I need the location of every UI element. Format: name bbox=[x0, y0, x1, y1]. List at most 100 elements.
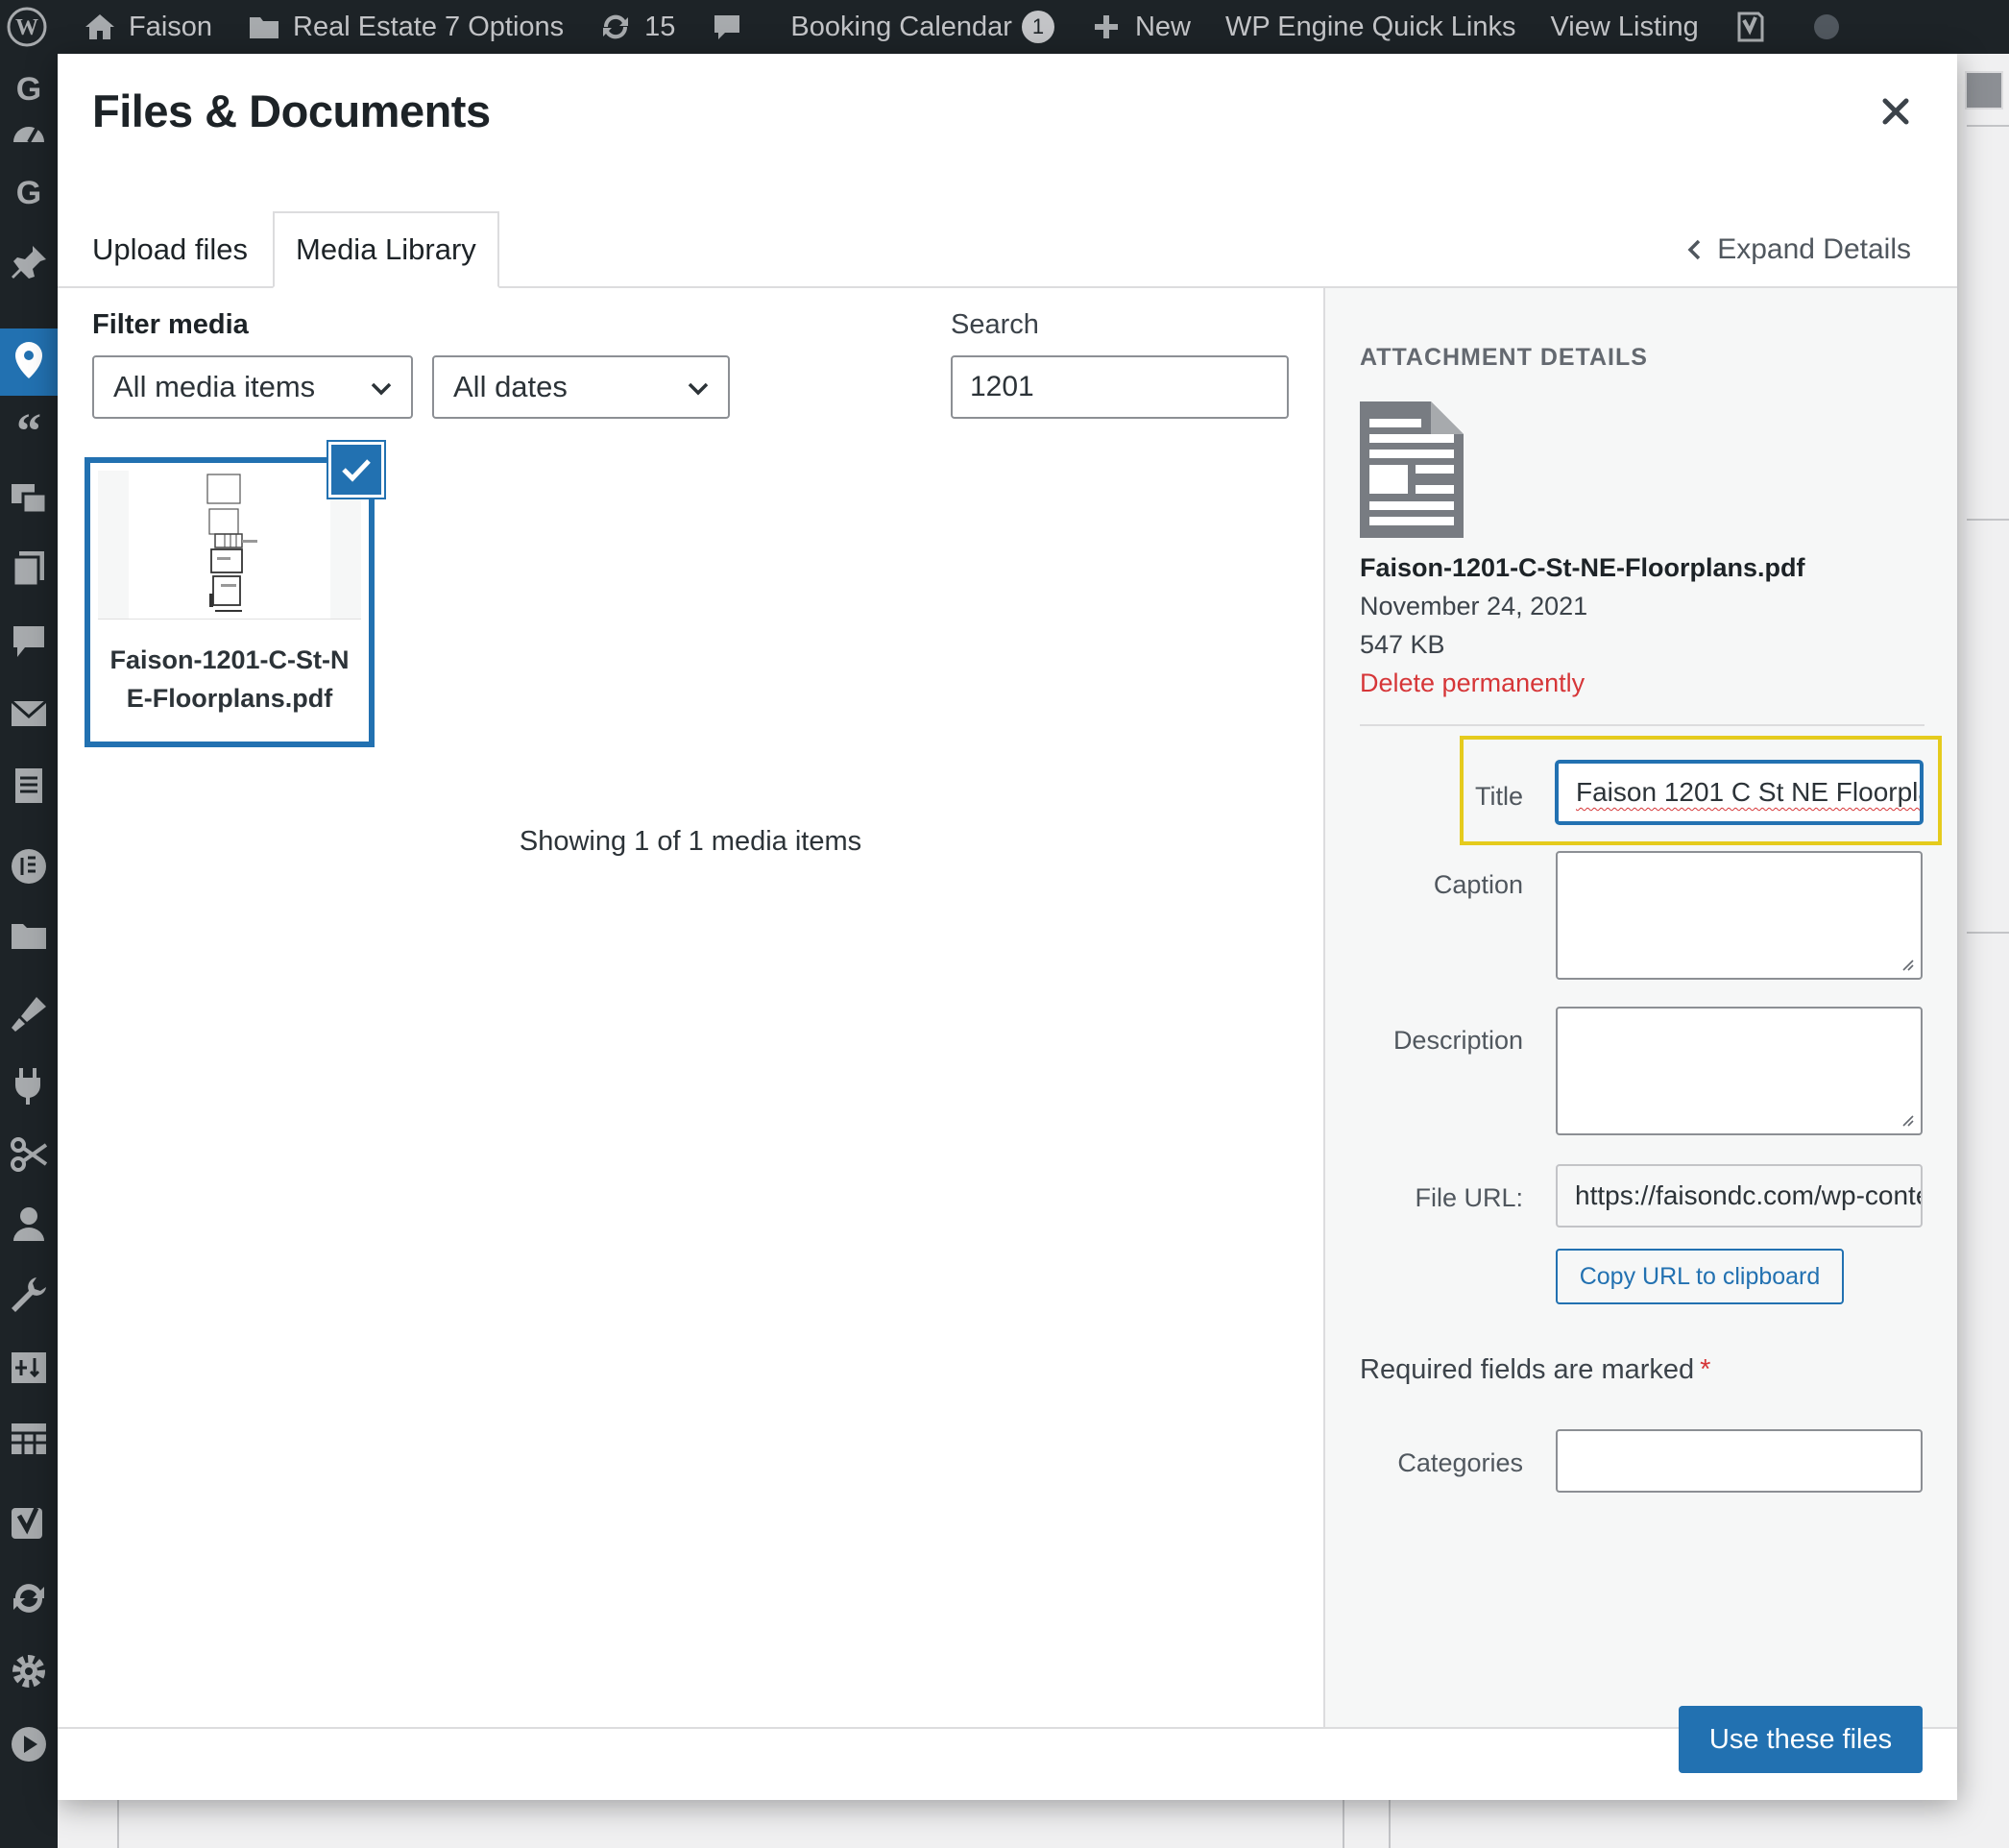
dashboard-icon[interactable] bbox=[8, 113, 50, 156]
svg-text:“: “ bbox=[16, 409, 41, 451]
testimonials-quote-icon[interactable]: “ bbox=[8, 409, 50, 451]
media-date-filter-value: All dates bbox=[453, 370, 568, 403]
real-estate-options-label: Real Estate 7 Options bbox=[293, 11, 565, 42]
tab-media-library[interactable]: Media Library bbox=[273, 211, 499, 288]
booking-calendar-badge: 1 bbox=[1021, 11, 1054, 43]
file-url-input[interactable]: https://faisondc.com/wp-content/uploads/… bbox=[1556, 1164, 1923, 1228]
description-label: Description bbox=[1392, 1026, 1523, 1055]
tools-scissors-icon[interactable] bbox=[8, 1133, 50, 1176]
comments-link[interactable] bbox=[692, 0, 773, 54]
expand-details-toggle[interactable]: Expand Details bbox=[1686, 211, 1911, 288]
location-pin-icon bbox=[15, 342, 42, 378]
posts-pin-icon[interactable] bbox=[8, 242, 50, 284]
floorplan-preview-icon bbox=[129, 471, 330, 619]
updates-link[interactable]: 15 bbox=[581, 0, 692, 54]
search-label: Search bbox=[951, 309, 1039, 340]
categories-input[interactable] bbox=[1556, 1429, 1923, 1493]
user-avatar[interactable] bbox=[1965, 71, 2003, 109]
media-date-filter[interactable]: All dates bbox=[432, 355, 730, 419]
filter-media-label: Filter media bbox=[92, 309, 249, 340]
pages-icon[interactable] bbox=[8, 547, 50, 590]
chevron-left-icon bbox=[1687, 239, 1701, 260]
chevron-down-icon bbox=[688, 382, 709, 396]
settings-gear-icon[interactable] bbox=[8, 1650, 50, 1692]
details-file-size: 547 KB bbox=[1360, 630, 1445, 659]
attachment-filename: Faison-1201-C-St-NE-Floorplans.pdf bbox=[98, 619, 361, 738]
appearance-icon[interactable] bbox=[8, 993, 50, 1035]
yoast-seo-link[interactable] bbox=[1716, 0, 1797, 54]
view-listing-link[interactable]: View Listing bbox=[1533, 0, 1715, 54]
attachment-thumbnail bbox=[98, 471, 361, 619]
status-dot-icon bbox=[1813, 14, 1839, 39]
plus-icon bbox=[1094, 15, 1118, 38]
required-star: * bbox=[1700, 1354, 1711, 1385]
checkmark-icon bbox=[342, 459, 371, 482]
attachment-item[interactable]: Faison-1201-C-St-NE-Floorplans.pdf bbox=[85, 457, 375, 747]
sync-icon[interactable] bbox=[8, 1577, 50, 1619]
media-icon[interactable] bbox=[8, 476, 50, 519]
sidebar-item-listings[interactable] bbox=[0, 328, 58, 396]
resize-grip-icon[interactable] bbox=[1900, 957, 1915, 972]
import-export-icon[interactable] bbox=[8, 1347, 50, 1389]
tables-icon[interactable] bbox=[8, 1418, 50, 1460]
details-filename: Faison-1201-C-St-NE-Floorplans.pdf bbox=[1360, 553, 1805, 582]
play-icon[interactable] bbox=[8, 1723, 50, 1765]
admin-menu: G G “ bbox=[0, 54, 58, 1848]
comment-icon bbox=[714, 15, 740, 39]
close-button[interactable] bbox=[1873, 88, 1919, 134]
tools-wrench-icon[interactable] bbox=[8, 1274, 50, 1316]
new-content-label: New bbox=[1134, 11, 1191, 42]
seo-status-indicator bbox=[1797, 0, 1856, 54]
attachment-check-button[interactable] bbox=[328, 442, 384, 498]
wp-engine-quick-links[interactable]: WP Engine Quick Links bbox=[1208, 0, 1534, 54]
yoast-icon bbox=[1737, 12, 1764, 42]
modal-toolbar bbox=[58, 1727, 1957, 1800]
expand-details-label: Expand Details bbox=[1717, 233, 1911, 265]
media-router-tabs: Upload files Media Library Expand Detail… bbox=[58, 158, 1957, 288]
tab-upload-files[interactable]: Upload files bbox=[71, 211, 269, 288]
search-input[interactable] bbox=[951, 355, 1289, 419]
forms-icon[interactable] bbox=[8, 765, 50, 807]
media-type-filter-value: All media items bbox=[113, 370, 316, 403]
media-count-status: Showing 1 of 1 media items bbox=[519, 826, 862, 857]
site-name-link[interactable]: Faison bbox=[65, 0, 230, 54]
booking-calendar-label: Booking Calendar bbox=[790, 11, 1012, 42]
view-listing-label: View Listing bbox=[1550, 11, 1699, 42]
users-icon[interactable] bbox=[8, 1203, 50, 1245]
yoast-seo-menu-icon[interactable] bbox=[8, 1502, 50, 1544]
resize-grip-icon[interactable] bbox=[1900, 1112, 1915, 1128]
required-fields-text: Required fields are marked bbox=[1360, 1354, 1695, 1385]
plugins-icon[interactable] bbox=[8, 1064, 50, 1106]
caption-textarea[interactable] bbox=[1556, 851, 1923, 980]
copy-url-button[interactable]: Copy URL to clipboard bbox=[1556, 1249, 1844, 1304]
comments-icon[interactable] bbox=[8, 620, 50, 663]
google-site-kit-icon[interactable]: G bbox=[8, 67, 50, 109]
booking-calendar-link[interactable]: Booking Calendar 1 bbox=[773, 0, 1072, 54]
wordpress-logo-icon: W bbox=[7, 7, 47, 47]
folder-icon bbox=[250, 17, 279, 38]
templates-folder-icon[interactable] bbox=[8, 914, 50, 957]
background-page-edge bbox=[1343, 1800, 1344, 1848]
real-estate-options-link[interactable]: Real Estate 7 Options bbox=[230, 0, 581, 54]
use-these-files-button[interactable]: Use these files bbox=[1679, 1706, 1923, 1773]
modal-title: Files & Documents bbox=[92, 85, 491, 136]
site-name-label: Faison bbox=[129, 11, 213, 42]
google-analytics-icon[interactable]: G bbox=[8, 171, 50, 213]
delete-permanently-link[interactable]: Delete permanently bbox=[1360, 669, 1585, 698]
svg-text:G: G bbox=[16, 71, 41, 108]
new-content-link[interactable]: New bbox=[1072, 0, 1208, 54]
details-divider bbox=[1360, 724, 1924, 726]
description-textarea[interactable] bbox=[1556, 1007, 1923, 1135]
svg-text:W: W bbox=[15, 15, 38, 40]
attachment-details-sidebar: ATTACHMENT DETAILS Faison-1201-C-St-NE-F… bbox=[1323, 288, 1957, 1727]
background-page-edge bbox=[1967, 519, 2009, 521]
title-input[interactable]: Faison 1201 C St NE Floorplans bbox=[1556, 761, 1923, 824]
document-icon bbox=[1360, 401, 1464, 538]
mail-icon[interactable] bbox=[8, 692, 50, 734]
chevron-down-icon bbox=[371, 382, 392, 396]
media-type-filter[interactable]: All media items bbox=[92, 355, 413, 419]
wordpress-logo-button[interactable]: W bbox=[0, 0, 65, 54]
elementor-icon[interactable] bbox=[8, 845, 50, 888]
background-page-edge bbox=[117, 1800, 119, 1848]
attachment-details-heading: ATTACHMENT DETAILS bbox=[1360, 344, 1648, 371]
